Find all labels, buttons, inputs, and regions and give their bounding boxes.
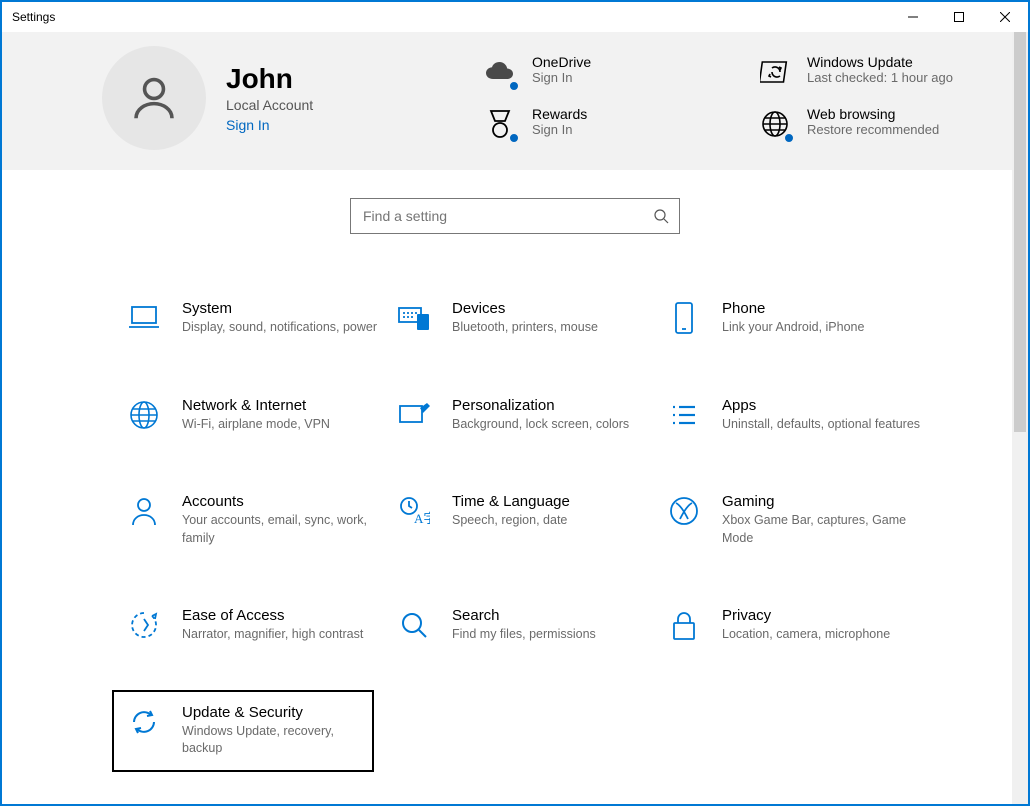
category-sub: Xbox Game Bar, captures, Game Mode xyxy=(722,512,924,547)
minimize-button[interactable] xyxy=(890,2,936,32)
update-icon xyxy=(126,704,162,740)
cloud-icon xyxy=(482,54,518,90)
category-title: Personalization xyxy=(452,397,629,414)
category-apps[interactable]: Apps Uninstall, defaults, optional featu… xyxy=(660,391,930,440)
category-sub: Background, lock screen, colors xyxy=(452,416,629,434)
category-sub: Your accounts, email, sync, work, family xyxy=(182,512,384,547)
category-devices[interactable]: Devices Bluetooth, printers, mouse xyxy=(390,294,660,343)
category-system[interactable]: System Display, sound, notifications, po… xyxy=(120,294,390,343)
sync-icon xyxy=(757,54,793,90)
tile-onedrive[interactable]: OneDrive Sign In xyxy=(482,54,717,90)
category-ease-of-access[interactable]: Ease of Access Narrator, magnifier, high… xyxy=(120,601,390,650)
category-title: Time & Language xyxy=(452,493,570,510)
category-sub: Bluetooth, printers, mouse xyxy=(452,319,598,337)
tile-title: Web browsing xyxy=(807,106,939,122)
account-header: John Local Account Sign In OneDrive Sign… xyxy=(2,32,1028,170)
user-subtitle: Local Account xyxy=(226,97,313,113)
category-title: Phone xyxy=(722,300,864,317)
maximize-button[interactable] xyxy=(936,2,982,32)
category-title: Update & Security xyxy=(182,704,360,721)
main-content: System Display, sound, notifications, po… xyxy=(2,170,1028,772)
tile-sub: Restore recommended xyxy=(807,122,939,139)
paint-icon xyxy=(396,397,432,433)
list-icon xyxy=(666,397,702,433)
category-title: Accounts xyxy=(182,493,384,510)
laptop-icon xyxy=(126,300,162,336)
category-sub: Display, sound, notifications, power xyxy=(182,319,377,337)
svg-text:A字: A字 xyxy=(414,511,430,526)
category-network[interactable]: Network & Internet Wi-Fi, airplane mode,… xyxy=(120,391,390,440)
tile-sub: Last checked: 1 hour ago xyxy=(807,70,953,87)
xbox-icon xyxy=(666,493,702,529)
phone-icon xyxy=(666,300,702,336)
signin-link[interactable]: Sign In xyxy=(226,117,313,133)
category-time-language[interactable]: A字 Time & Language Speech, region, date xyxy=(390,487,660,553)
category-title: Privacy xyxy=(722,607,890,624)
scrollbar-thumb[interactable] xyxy=(1014,32,1026,432)
ease-icon xyxy=(126,607,162,643)
category-privacy[interactable]: Privacy Location, camera, microphone xyxy=(660,601,930,650)
category-gaming[interactable]: Gaming Xbox Game Bar, captures, Game Mod… xyxy=(660,487,930,553)
user-name: John xyxy=(226,63,313,95)
category-sub: Link your Android, iPhone xyxy=(722,319,864,337)
tile-web-browsing[interactable]: Web browsing Restore recommended xyxy=(757,106,992,142)
tile-rewards[interactable]: Rewards Sign In xyxy=(482,106,717,142)
tile-title: OneDrive xyxy=(532,54,591,70)
magnifier-icon xyxy=(396,607,432,643)
keyboard-icon xyxy=(396,300,432,336)
category-title: Devices xyxy=(452,300,598,317)
search-input[interactable] xyxy=(363,208,653,224)
title-bar: Settings xyxy=(2,2,1028,32)
category-title: Ease of Access xyxy=(182,607,363,624)
window-title: Settings xyxy=(12,10,890,24)
category-accounts[interactable]: Accounts Your accounts, email, sync, wor… xyxy=(120,487,390,553)
category-sub: Speech, region, date xyxy=(452,512,570,530)
category-update-security[interactable]: Update & Security Windows Update, recove… xyxy=(112,690,374,772)
category-title: Gaming xyxy=(722,493,924,510)
category-phone[interactable]: Phone Link your Android, iPhone xyxy=(660,294,930,343)
category-sub: Wi-Fi, airplane mode, VPN xyxy=(182,416,330,434)
category-personalization[interactable]: Personalization Background, lock screen,… xyxy=(390,391,660,440)
category-title: Search xyxy=(452,607,596,624)
globe-icon xyxy=(757,106,793,142)
tile-sub: Sign In xyxy=(532,122,587,139)
tile-sub: Sign In xyxy=(532,70,591,87)
medal-icon xyxy=(482,106,518,142)
user-block[interactable]: John Local Account Sign In xyxy=(102,46,452,150)
category-title: Network & Internet xyxy=(182,397,330,414)
category-sub: Uninstall, defaults, optional features xyxy=(722,416,920,434)
close-button[interactable] xyxy=(982,2,1028,32)
category-sub: Windows Update, recovery, backup xyxy=(182,723,360,758)
avatar xyxy=(102,46,206,150)
scrollbar[interactable] xyxy=(1012,32,1028,804)
category-sub: Narrator, magnifier, high contrast xyxy=(182,626,363,644)
search-icon xyxy=(653,208,669,224)
tile-title: Rewards xyxy=(532,106,587,122)
person-icon xyxy=(126,493,162,529)
category-title: System xyxy=(182,300,377,317)
search-box[interactable] xyxy=(350,198,680,234)
tile-windows-update[interactable]: Windows Update Last checked: 1 hour ago xyxy=(757,54,992,90)
category-title: Apps xyxy=(722,397,920,414)
lock-icon xyxy=(666,607,702,643)
globe-icon xyxy=(126,397,162,433)
category-search[interactable]: Search Find my files, permissions xyxy=(390,601,660,650)
category-sub: Find my files, permissions xyxy=(452,626,596,644)
category-sub: Location, camera, microphone xyxy=(722,626,890,644)
tile-title: Windows Update xyxy=(807,54,953,70)
clock-language-icon: A字 xyxy=(396,493,432,529)
